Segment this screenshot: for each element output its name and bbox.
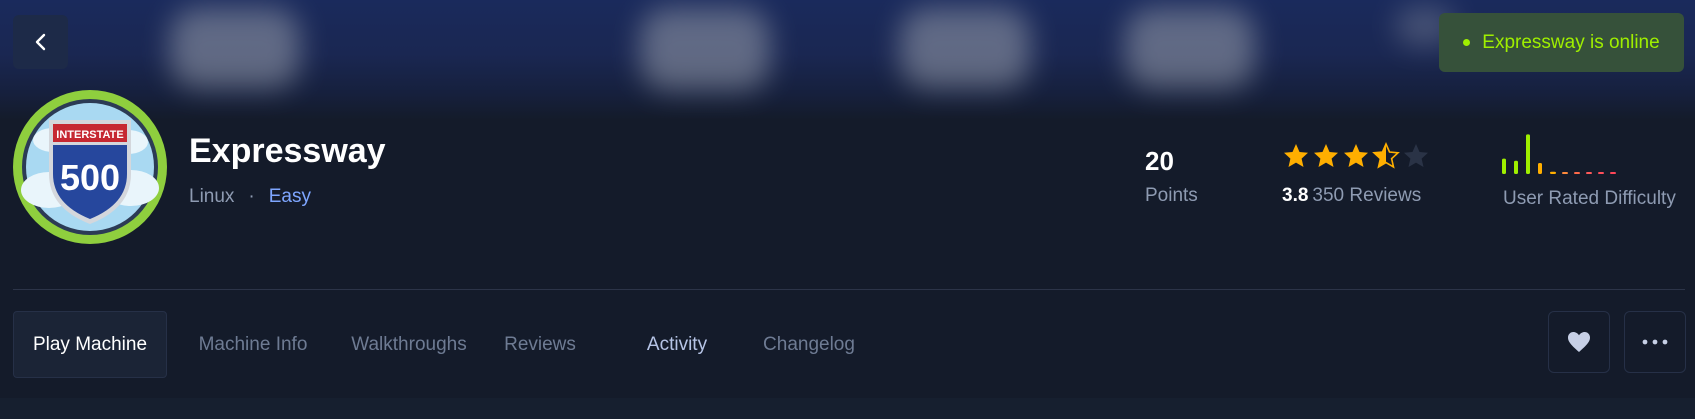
interstate-sign-icon: INTERSTATE 500 xyxy=(13,90,167,244)
difficulty-bar xyxy=(1610,172,1616,174)
back-button[interactable] xyxy=(13,15,68,69)
logo-sign-label: INTERSTATE xyxy=(56,129,123,141)
difficulty-bar xyxy=(1574,172,1580,174)
difficulty-bar xyxy=(1586,172,1592,174)
machine-difficulty: Easy xyxy=(268,186,311,207)
difficulty-bar xyxy=(1538,163,1542,174)
star-icon xyxy=(1314,144,1338,167)
difficulty-bar xyxy=(1526,134,1530,174)
difficulty-label: User Rated Difficulty xyxy=(1503,188,1676,209)
star-icon xyxy=(1284,144,1308,167)
tab-changelog[interactable]: Changelog xyxy=(753,312,865,377)
blurred-avatar xyxy=(900,8,1030,88)
difficulty-bar xyxy=(1562,172,1568,174)
machine-meta: Linux · Easy xyxy=(189,186,311,208)
footer-strip xyxy=(0,398,1695,419)
blurred-avatar xyxy=(640,8,770,90)
heart-icon xyxy=(1568,332,1590,352)
tab-activity[interactable]: Activity xyxy=(601,312,753,377)
divider xyxy=(13,289,1685,290)
points-label: Points xyxy=(1145,185,1198,206)
machine-os: Linux xyxy=(189,186,235,207)
meta-separator: · xyxy=(248,186,255,207)
star-icon xyxy=(1344,144,1368,167)
rating-value: 3.8 xyxy=(1282,185,1309,206)
chevron-left-icon xyxy=(35,33,45,51)
star-icon xyxy=(1404,144,1428,167)
difficulty-chart xyxy=(1502,134,1616,174)
difficulty-bar xyxy=(1502,158,1506,174)
status-badge: Expressway is online xyxy=(1439,13,1684,72)
more-options-button[interactable] xyxy=(1624,311,1686,373)
tab-bar: Play Machine Machine Info Walkthroughs R… xyxy=(13,311,865,378)
points-value: 20 xyxy=(1145,146,1174,176)
status-text: Expressway is online xyxy=(1482,31,1660,53)
reviews-count: 350 Reviews xyxy=(1312,185,1422,206)
tab-reviews[interactable]: Reviews xyxy=(479,312,601,377)
machine-logo: INTERSTATE 500 xyxy=(13,90,167,244)
star-icon xyxy=(1372,142,1400,169)
difficulty-bar xyxy=(1514,160,1518,174)
rating-summary: 3.8 350 Reviews xyxy=(1282,185,1421,207)
tab-play-machine[interactable]: Play Machine xyxy=(13,311,167,378)
tab-walkthroughs[interactable]: Walkthroughs xyxy=(339,312,479,377)
favorite-button[interactable] xyxy=(1548,311,1610,373)
status-dot-icon xyxy=(1463,39,1471,46)
machine-name: Expressway xyxy=(189,132,386,170)
difficulty-bar xyxy=(1550,171,1556,174)
difficulty-bar xyxy=(1598,172,1604,174)
star-rating xyxy=(1282,142,1430,170)
logo-sign-number: 500 xyxy=(60,157,120,198)
more-options-icon xyxy=(1642,339,1668,345)
blurred-avatar xyxy=(1125,8,1255,88)
tab-machine-info[interactable]: Machine Info xyxy=(167,312,339,377)
blurred-avatar xyxy=(170,8,300,88)
